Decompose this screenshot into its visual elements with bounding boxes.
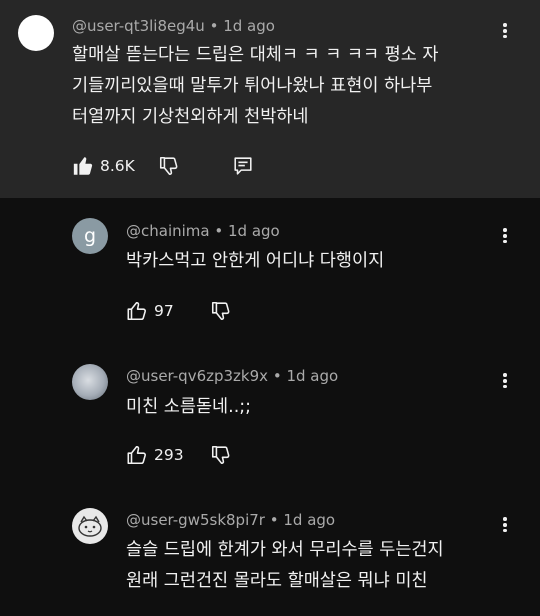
avatar-letter: g: [83, 225, 97, 247]
comment-meta: @user-qv6zp3zk9x • 1d ago: [126, 367, 338, 385]
author-name[interactable]: @chainima: [126, 222, 210, 240]
like-button[interactable]: 8.6K: [72, 153, 135, 179]
comment-text: 슬슬 드립에 한계가 와서 무리수를 두는건지 원래 그런건진 몰라도 할매살은…: [126, 535, 444, 597]
comment-meta: @user-qt3li8eg4u • 1d ago: [72, 17, 275, 35]
comment-actions: 293: [126, 442, 286, 468]
dislike-button[interactable]: [210, 298, 232, 324]
timestamp: 1d ago: [228, 222, 280, 240]
separator: •: [209, 17, 219, 35]
dislike-button[interactable]: [158, 153, 180, 179]
author-name[interactable]: @user-gw5sk8pi7r: [126, 511, 265, 529]
comment-meta: @chainima • 1d ago: [126, 222, 280, 240]
comment-line: 할매살 뜯는다는 드립은 대체ㅋ ㅋ ㅋ ㅋㅋ 평소 자: [72, 45, 439, 65]
separator: •: [272, 367, 282, 385]
more-options-icon[interactable]: [497, 226, 513, 248]
more-options-icon[interactable]: [497, 371, 513, 393]
comment-actions: 8.6K: [72, 153, 272, 179]
comment-line: 터열까지 기상천외하게 천박하네: [72, 107, 309, 127]
comment-line: 원래 그런건진 몰라도 할매살은 뭐냐 미친: [126, 571, 428, 591]
comment-line: 슬슬 드립에 한계가 와서 무리수를 두는건지: [126, 540, 444, 560]
thumbs-down-icon: [159, 156, 178, 176]
dislike-button[interactable]: [210, 442, 232, 468]
avatar[interactable]: g: [72, 218, 108, 254]
comment-text: 할매살 뜯는다는 드립은 대체ㅋ ㅋ ㅋ ㅋㅋ 평소 자 기들끼리있을때 말투가…: [72, 40, 439, 133]
thumbs-up-icon: [127, 301, 146, 321]
reply-button[interactable]: [232, 153, 254, 179]
comment-line: 기들끼리있을때 말투가 튀어나왔나 표현이 하나부: [72, 76, 433, 96]
like-count: 97: [154, 302, 174, 320]
avatar[interactable]: [72, 508, 108, 544]
separator: •: [214, 222, 224, 240]
like-count: 293: [154, 446, 184, 464]
timestamp: 1d ago: [223, 17, 275, 35]
thumbs-up-icon: [127, 445, 146, 465]
separator: •: [269, 511, 279, 529]
comment-line: 미친 소름돋네..;;: [126, 397, 252, 417]
thumbs-down-icon: [211, 301, 230, 321]
avatar[interactable]: [72, 364, 108, 400]
comment-text: 미친 소름돋네..;;: [126, 392, 251, 423]
more-options-icon[interactable]: [497, 21, 513, 43]
timestamp: 1d ago: [286, 367, 339, 385]
author-name[interactable]: @user-qv6zp3zk9x: [126, 367, 268, 385]
like-button[interactable]: 97: [126, 298, 174, 324]
reply-comment-icon: [234, 157, 252, 175]
timestamp: 1d ago: [283, 511, 336, 529]
like-button[interactable]: 293: [126, 442, 184, 468]
thumbs-up-filled-icon: [73, 157, 93, 175]
comment-text: 박카스먹고 안한게 어디냐 다행이지: [126, 246, 384, 277]
author-name[interactable]: @user-qt3li8eg4u: [72, 17, 205, 35]
comment-line: 박카스먹고 안한게 어디냐 다행이지: [126, 251, 385, 271]
comment-meta: @user-gw5sk8pi7r • 1d ago: [126, 511, 335, 529]
avatar[interactable]: [18, 15, 54, 51]
like-count: 8.6K: [100, 157, 135, 175]
thumbs-down-icon: [211, 445, 230, 465]
comment-actions: 97: [126, 298, 286, 324]
more-options-icon[interactable]: [497, 515, 513, 537]
cat-drawing-icon: [78, 515, 102, 537]
